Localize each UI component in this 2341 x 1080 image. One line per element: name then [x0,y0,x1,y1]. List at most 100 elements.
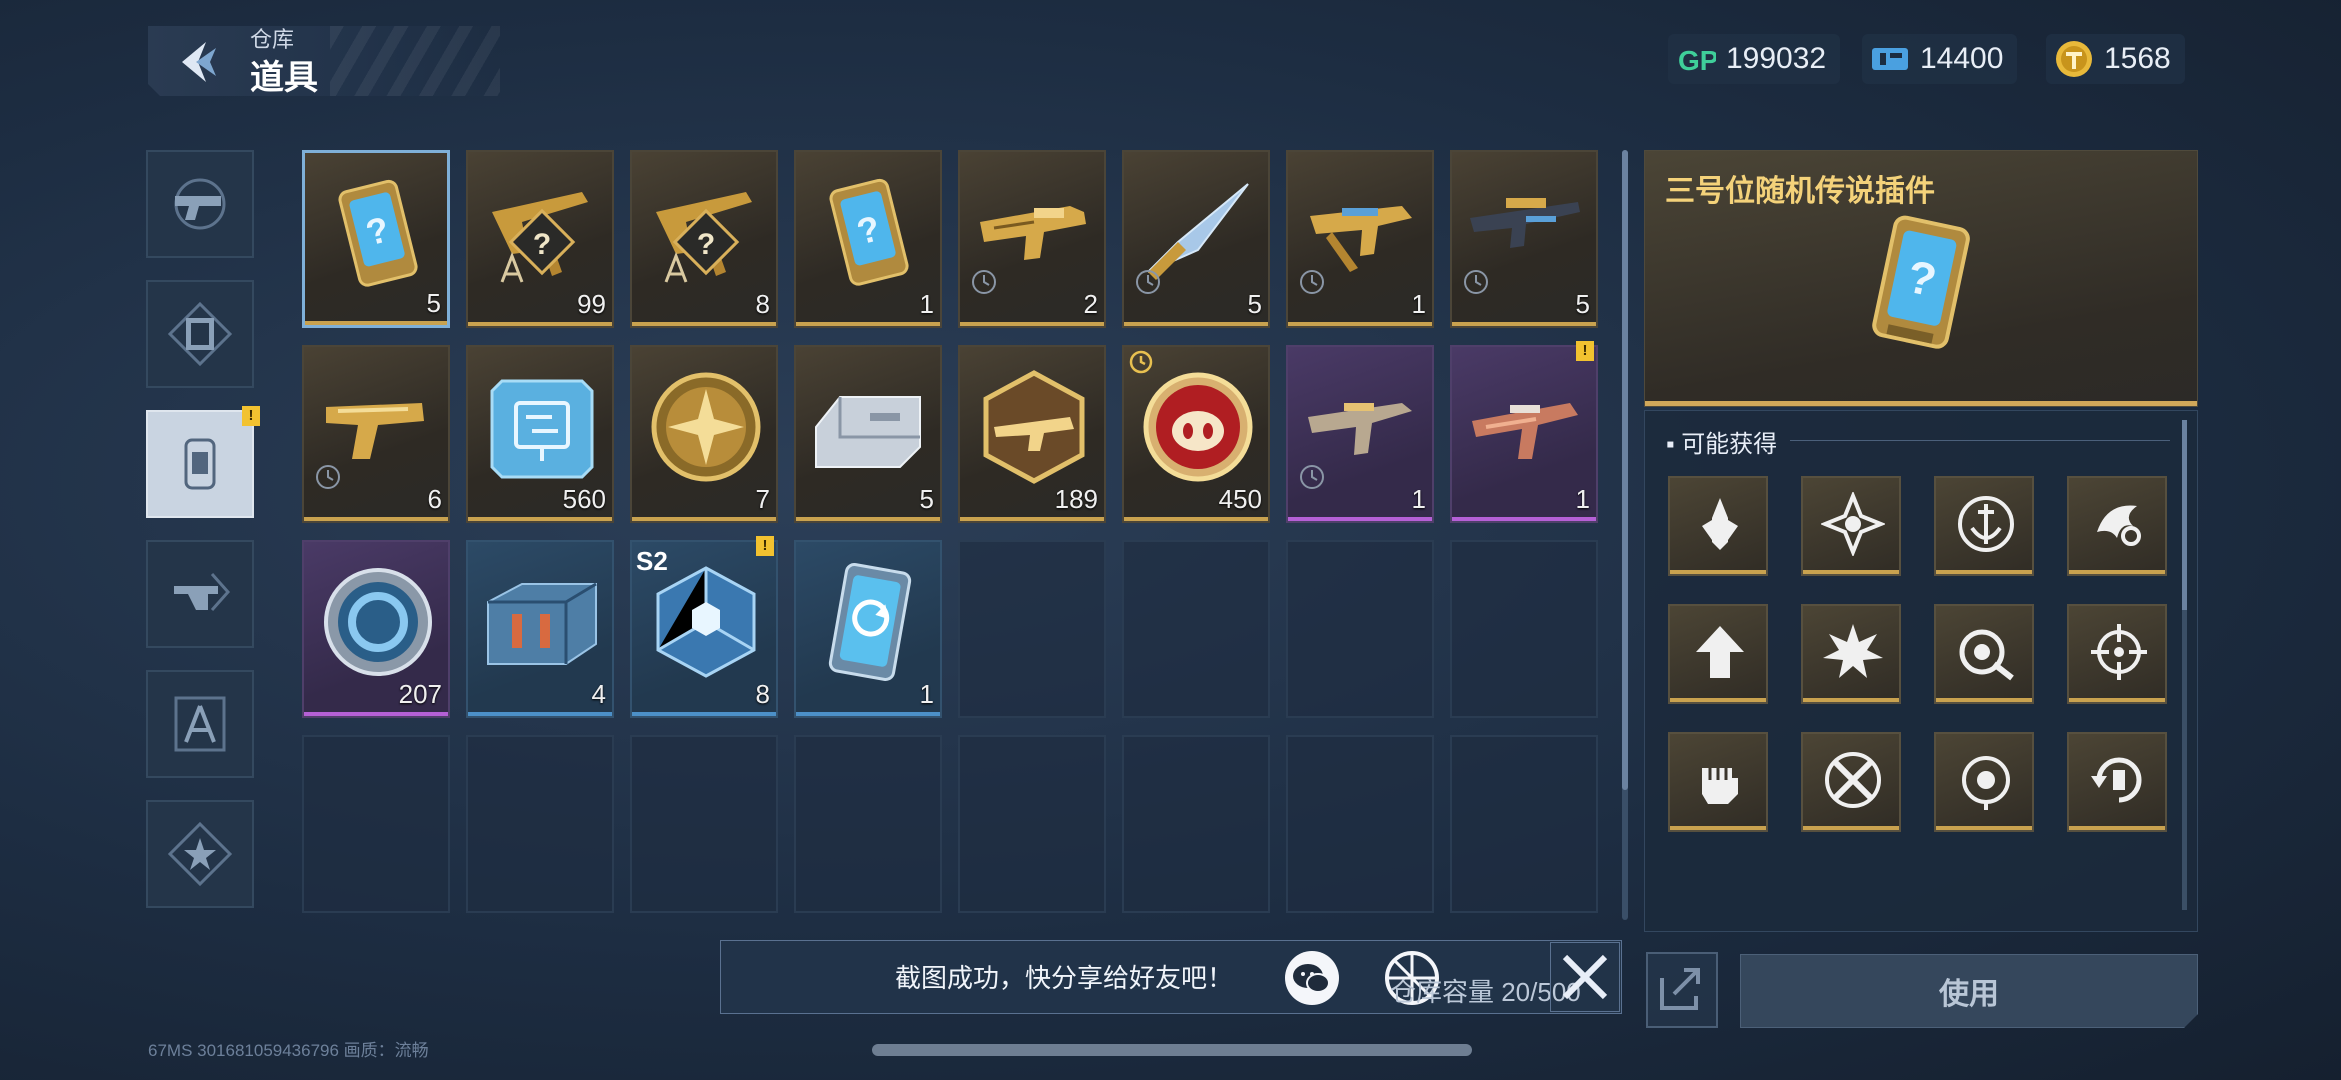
empty-slot[interactable] [794,735,942,913]
mystery-card-icon: ? [338,179,418,287]
chip-icon [184,438,216,490]
item-count: 1 [1575,484,1590,514]
weapon-mod-icon [174,573,231,611]
empty-slot[interactable] [958,540,1106,718]
timer-icon [1464,270,1488,294]
target-perk-icon [1959,629,2014,681]
rewards-scroll-thumb[interactable] [2182,420,2187,610]
mystery-card-icon: ? [1872,215,1970,349]
empty-slot[interactable] [630,735,778,913]
star-burst-perk-icon [1821,492,1885,556]
supply-crate-icon [487,582,597,665]
blueprint-category-tab[interactable] [146,670,254,778]
back-arrow-icon[interactable] [172,36,224,88]
weapon-category-tab[interactable] [146,150,254,258]
inventory-slot[interactable]: 5 [1450,150,1598,328]
item-count: 6 [427,484,442,514]
item-count: 5 [1247,289,1262,319]
inventory-slot[interactable]: 7 [630,345,778,523]
coin-amount: 1568 [2104,42,2171,75]
coin-icon [2054,39,2094,79]
missile-perk-icon [1702,498,1738,550]
item-count: 5 [426,288,441,318]
inventory-slot[interactable]: 207 [302,540,450,718]
gp-icon: GP [1676,39,1716,79]
empty-slot[interactable] [1286,540,1434,718]
timer-icon [972,270,996,294]
inventory-slot[interactable]: 1! [1450,341,1598,523]
empty-slot[interactable] [1122,540,1270,718]
possible-rewards-label: ▪ 可能获得 [1666,431,1778,458]
flame-perk-icon [2097,505,2141,546]
anchor-perk-icon [1958,496,2014,552]
ring-token-icon [324,568,432,676]
pig-coin-icon [1143,372,1253,482]
season-tag: S2 [636,546,668,576]
circuit-chip-icon [490,379,594,479]
inventory-slot[interactable]: 189 [958,345,1106,523]
possible-reward-item[interactable] [2067,604,2167,704]
possible-reward-item[interactable] [2067,732,2167,832]
empty-slot[interactable] [958,735,1106,913]
possible-reward-item[interactable] [1668,732,1768,832]
silver-ingot-icon [815,396,921,468]
inventory-slot[interactable]: 450 [1122,345,1270,523]
svg-text:GP: GP [1678,45,1716,76]
empty-slot[interactable] [1450,540,1598,718]
inventory-slot[interactable]: 2 [958,150,1106,328]
item-category-tab[interactable]: ! [146,406,260,518]
inventory-slot[interactable]: 5 [1122,150,1270,328]
possible-reward-item[interactable] [1934,476,2034,576]
empty-slot[interactable] [1286,735,1434,913]
refresh-card-icon [828,563,912,681]
item-count: 4 [591,679,606,709]
possible-reward-item[interactable] [1801,476,1901,576]
ticket-icon [1870,39,1910,79]
svg-text:?: ? [697,228,715,261]
possible-reward-item[interactable] [1934,732,2034,832]
possible-reward-item[interactable] [1668,476,1768,576]
inventory-slot[interactable]: ? 99 [466,150,614,328]
new-badge: ! [1576,341,1594,361]
inventory-slot[interactable]: 5 [794,345,942,523]
possible-reward-item[interactable] [1934,604,2034,704]
empty-slot[interactable] [1450,735,1598,913]
grid-scroll-thumb[interactable] [1622,150,1628,790]
empty-slot[interactable] [302,735,450,913]
inventory-slot[interactable]: ? 5 [302,150,450,328]
star-icon [168,822,232,886]
inventory-slot[interactable]: ? 1 [794,150,942,328]
inventory-slot[interactable]: 8 S2! [630,536,778,718]
explosion-perk-icon [1823,624,1883,678]
gp-currency[interactable]: GP 199032 [1668,34,1841,84]
close-icon[interactable] [1550,942,1620,1012]
mystery-rifle-blueprint-icon: ? [656,192,752,283]
inventory-slot[interactable]: ? 8 [630,150,778,328]
star-category-tab[interactable] [146,800,254,908]
empty-slot[interactable] [1122,735,1270,913]
possible-reward-item[interactable] [1801,732,1901,832]
pistol-icon [174,178,226,230]
home-indicator[interactable] [872,1044,1472,1056]
item-count: 450 [1218,484,1262,514]
use-button[interactable]: 使用 [1740,954,2198,1028]
item-count: 99 [577,289,606,319]
coin-currency[interactable]: 1568 [2046,34,2185,84]
ticket-currency[interactable]: 14400 [1862,34,2018,84]
inventory-slot[interactable]: 6 [302,345,450,523]
limited-time-icon [1129,350,1153,374]
weapon-mod-category-tab[interactable] [146,540,254,648]
possible-reward-item[interactable] [1668,604,1768,704]
inventory-slot[interactable]: 1 [794,540,942,718]
inventory-slot[interactable]: 4 [466,540,614,718]
possible-reward-item[interactable] [1801,604,1901,704]
empty-slot[interactable] [466,735,614,913]
inventory-slot[interactable]: 560 [466,345,614,523]
share-icon [1660,968,1700,1010]
possible-reward-item[interactable] [2067,476,2167,576]
inventory-slot[interactable]: 1 [1286,150,1434,328]
share-button[interactable] [1646,952,1718,1028]
wechat-share-icon[interactable] [1284,950,1340,1006]
inventory-slot[interactable]: 1 [1286,345,1434,523]
card-category-tab[interactable] [146,280,254,388]
